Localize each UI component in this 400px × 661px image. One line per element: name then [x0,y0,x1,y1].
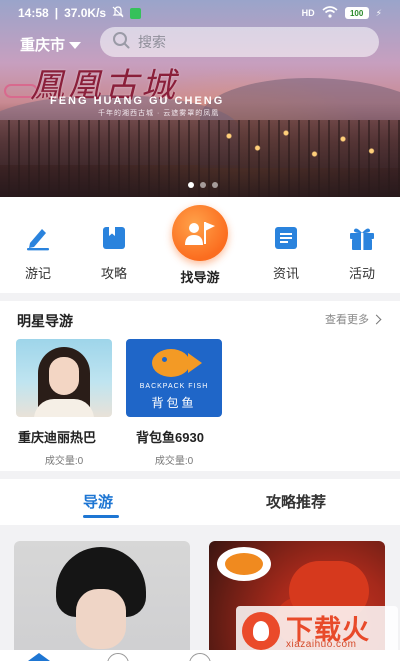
app-notification-icon [130,7,142,19]
nav-item-strategy[interactable]: 攻略 [76,197,152,293]
carousel-dot [200,182,206,188]
city-selector[interactable]: 重庆市 [20,34,82,55]
fish-tail [188,353,202,373]
app-screen: 鳳凰古城 FENG HUANG GU CHENG 千年的湘西古城 · 云遮雾罩的… [0,0,400,661]
star-guides-section: 明星导游 查看更多 重庆迪丽热巴 成交量:0 BACKPACK FISH 背包鱼… [0,301,400,471]
status-separator: | [54,6,59,20]
content-tabs: 导游 攻略推荐 [0,479,400,525]
nav-label: 找导游 [180,270,220,285]
section-title: 明星导游 [17,313,73,329]
nav-item-activity[interactable]: 活动 [324,197,400,293]
card-photo-sauce [225,553,263,575]
nav-label: 游记 [24,266,51,281]
charging-icon: ⚡ [375,7,382,18]
content-card[interactable] [14,541,190,661]
avatar-face [49,357,79,395]
see-more-label: 查看更多 [325,314,369,326]
logo-text-cn: 背包鱼 [151,396,197,410]
nav-circle-icon[interactable] [189,653,211,661]
search-input[interactable]: 搜索 [100,27,379,57]
banner-subtitle: FENG HUANG GU CHENG [50,95,225,107]
avatar-body [34,399,94,417]
guide-avatar: BACKPACK FISH 背包鱼 [126,339,222,417]
book-icon [99,223,129,253]
logo-text-en: BACKPACK FISH [139,383,209,390]
banner-small-text: 千年的湘西古城 · 云遮雾罩的凤凰 [98,110,220,117]
guide-card[interactable]: BACKPACK FISH 背包鱼 背包鱼6930 成交量:0 [126,339,222,467]
guide-card[interactable]: 重庆迪丽热巴 成交量:0 [16,339,112,467]
news-doc-icon [271,223,301,253]
carousel-dot [188,182,194,188]
battery-icon: 100 [344,7,369,19]
edit-pen-icon [23,223,53,253]
tab-underline [83,515,119,518]
guide-flag-icon [172,205,228,261]
chevron-right-icon [371,314,382,324]
tab-recommended[interactable]: 攻略推荐 [266,491,326,512]
banner-lights [210,112,400,172]
flame-logo-icon [242,612,280,650]
nav-item-travelogue[interactable]: 游记 [0,197,76,293]
nav-label: 活动 [348,266,375,281]
search-icon [112,31,130,54]
home-icon[interactable] [28,653,50,661]
status-bar: 14:58 | 37.0K/s HD 100 ⚡ [0,0,400,26]
guide-avatar [16,339,112,417]
carousel-dot [212,182,218,188]
signal-icon: HD [301,8,315,18]
fish-eye [162,357,167,362]
guide-name: 背包鱼6930 [136,430,204,445]
see-more-link[interactable]: 查看更多 [325,311,382,327]
nav-item-news[interactable]: 资讯 [248,197,324,293]
guide-deals: 成交量:0 [154,456,194,467]
watermark: 下载火 xiazaihuo.com [236,606,398,656]
card-photo-face [76,589,126,649]
search-placeholder: 搜索 [138,34,166,50]
gift-icon [347,223,377,253]
nav-label: 攻略 [100,266,127,281]
status-time: 14:58 [18,6,49,20]
nav-label: 资讯 [272,266,299,281]
watermark-url: xiazaihuo.com [286,639,357,650]
feature-nav: 游记 攻略 找导游 资讯 活动 [0,197,400,293]
city-label: 重庆市 [20,37,66,54]
guide-deals: 成交量:0 [44,456,84,467]
chevron-down-icon [69,42,82,49]
status-speed: 37.0K/s [64,6,107,20]
wifi-icon [322,6,338,20]
bell-off-icon [112,5,124,21]
carousel-indicator [188,182,218,188]
nav-circle-icon[interactable] [107,653,129,661]
nav-item-find-guide[interactable]: 找导游 [162,197,238,293]
tab-guides[interactable]: 导游 [83,491,113,512]
guide-name: 重庆迪丽热巴 [18,430,97,445]
fish-logo-icon [152,349,190,377]
